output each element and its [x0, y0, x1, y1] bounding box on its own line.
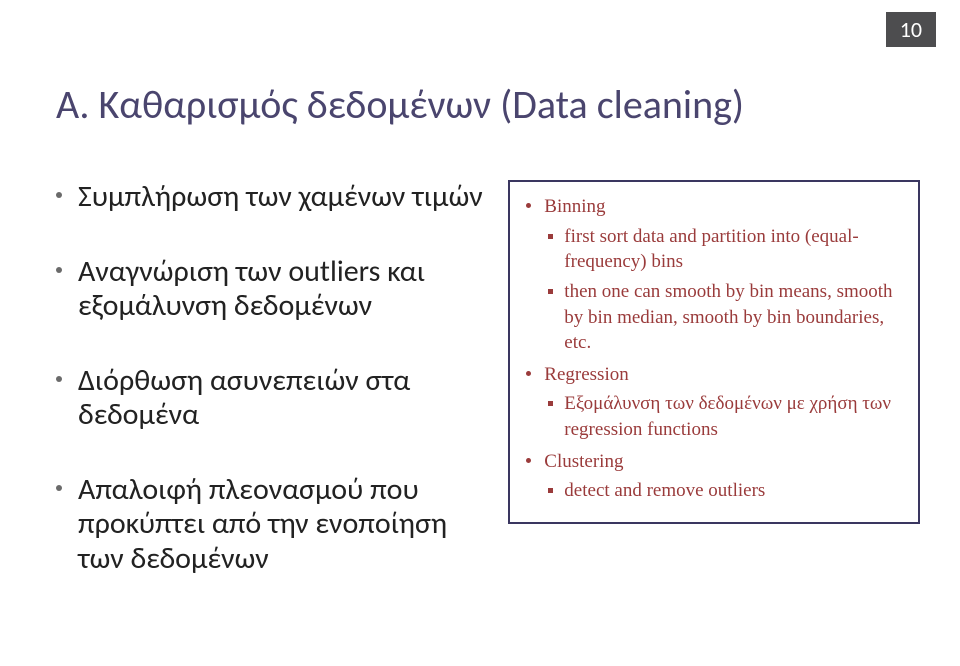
- smoothing-methods-box: Binning first sort data and partition in…: [508, 180, 920, 524]
- left-item: Αναγνώριση των outliers και εξομάλυνση δ…: [56, 255, 488, 324]
- regression-label: Regression: [544, 364, 628, 385]
- clustering-sublist: detect and remove outliers: [544, 478, 906, 504]
- left-item: Απαλοιφή πλεονασμού που προκύπτει από τη…: [56, 473, 488, 577]
- left-item: Διόρθωση ασυνεπειών στα δεδομένα: [56, 364, 488, 433]
- clustering-item: Clustering detect and remove outliers: [526, 449, 906, 504]
- slide: 10 Α. Καθαρισμός δεδομένων (Data cleanin…: [0, 0, 960, 666]
- binning-sub: first sort data and partition into (equa…: [544, 224, 906, 275]
- left-item: Συμπλήρωση των χαμένων τιμών: [56, 180, 488, 215]
- right-column: Binning first sort data and partition in…: [508, 180, 920, 626]
- right-bullets: Binning first sort data and partition in…: [526, 194, 906, 504]
- page-number: 10: [886, 12, 936, 47]
- clustering-label: Clustering: [544, 451, 623, 472]
- regression-item: Regression Εξομάλυνση των δεδομένων με χ…: [526, 362, 906, 443]
- binning-sublist: first sort data and partition into (equa…: [544, 224, 906, 356]
- slide-title: Α. Καθαρισμός δεδομένων (Data cleaning): [56, 80, 744, 129]
- content-columns: Συμπλήρωση των χαμένων τιμών Αναγνώριση …: [56, 180, 920, 626]
- binning-label: Binning: [544, 196, 605, 217]
- regression-sub: Εξομάλυνση των δεδομένων με χρήση των re…: [544, 391, 906, 442]
- left-column: Συμπλήρωση των χαμένων τιμών Αναγνώριση …: [56, 180, 488, 626]
- binning-sub: then one can smooth by bin means, smooth…: [544, 279, 906, 356]
- clustering-sub: detect and remove outliers: [544, 478, 906, 504]
- regression-sublist: Εξομάλυνση των δεδομένων με χρήση των re…: [544, 391, 906, 442]
- left-bullets: Συμπλήρωση των χαμένων τιμών Αναγνώριση …: [56, 180, 488, 576]
- binning-item: Binning first sort data and partition in…: [526, 194, 906, 356]
